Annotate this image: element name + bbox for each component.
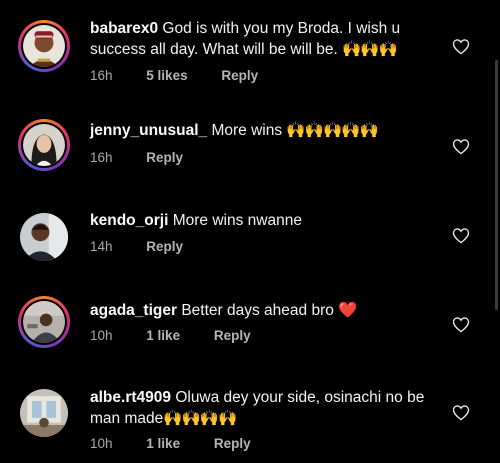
comment-text: jenny_unusual_ More wins 🙌🙌🙌🙌🙌	[90, 120, 440, 141]
username[interactable]: jenny_unusual_	[90, 122, 207, 139]
avatar[interactable]	[18, 20, 70, 72]
reply-button[interactable]: Reply	[146, 150, 183, 165]
likes-count[interactable]: 1 like	[146, 436, 180, 451]
username[interactable]: albe.rt4909	[90, 389, 171, 406]
heart-outline-icon[interactable]	[452, 316, 470, 333]
comment-body: More wins	[211, 122, 283, 139]
timestamp: 16h	[90, 68, 113, 83]
timestamp: 16h	[90, 150, 113, 165]
heart-outline-icon[interactable]	[452, 404, 470, 421]
comment-meta: 10h 1 like Reply	[90, 328, 281, 343]
comment-meta: 16h 5 likes Reply	[90, 68, 288, 83]
comment-text: babarex0 God is with you my Broda. I wis…	[90, 18, 440, 60]
comment-text: kendo_orji More wins nwanne	[90, 210, 440, 231]
heart-outline-icon[interactable]	[452, 227, 470, 244]
reply-button[interactable]: Reply	[146, 239, 183, 254]
scrollbar[interactable]	[495, 60, 498, 310]
avatar[interactable]	[20, 389, 68, 437]
comment-body: Better days ahead bro	[181, 302, 334, 319]
reply-button[interactable]: Reply	[221, 68, 258, 83]
raised-hands-emoji: 🙌🙌🙌🙌🙌	[286, 122, 378, 139]
reply-button[interactable]: Reply	[214, 328, 251, 343]
username[interactable]: babarex0	[90, 20, 158, 37]
heart-outline-icon[interactable]	[452, 38, 470, 55]
comment-meta: 16h Reply	[90, 150, 213, 165]
likes-count[interactable]: 1 like	[146, 328, 180, 343]
comment-text: agada_tiger Better days ahead bro ❤️	[90, 300, 440, 321]
comment-body: More wins nwanne	[172, 212, 302, 229]
red-heart-emoji: ❤️	[338, 302, 358, 319]
comment-meta: 10h 1 like Reply	[90, 436, 281, 451]
timestamp: 10h	[90, 328, 113, 343]
comment-text: albe.rt4909 Oluwa dey your side, osinach…	[90, 387, 440, 429]
raised-hands-emoji: 🙌🙌🙌🙌	[163, 410, 237, 427]
username[interactable]: kendo_orji	[90, 212, 168, 229]
timestamp: 14h	[90, 239, 113, 254]
avatar[interactable]	[20, 213, 68, 261]
raised-hands-emoji: 🙌🙌🙌	[342, 41, 398, 58]
timestamp: 10h	[90, 436, 113, 451]
heart-outline-icon[interactable]	[452, 138, 470, 155]
likes-count[interactable]: 5 likes	[146, 68, 187, 83]
comment-meta: 14h Reply	[90, 239, 213, 254]
avatar[interactable]	[18, 119, 70, 171]
username[interactable]: agada_tiger	[90, 302, 177, 319]
reply-button[interactable]: Reply	[214, 436, 251, 451]
avatar[interactable]	[18, 296, 70, 348]
